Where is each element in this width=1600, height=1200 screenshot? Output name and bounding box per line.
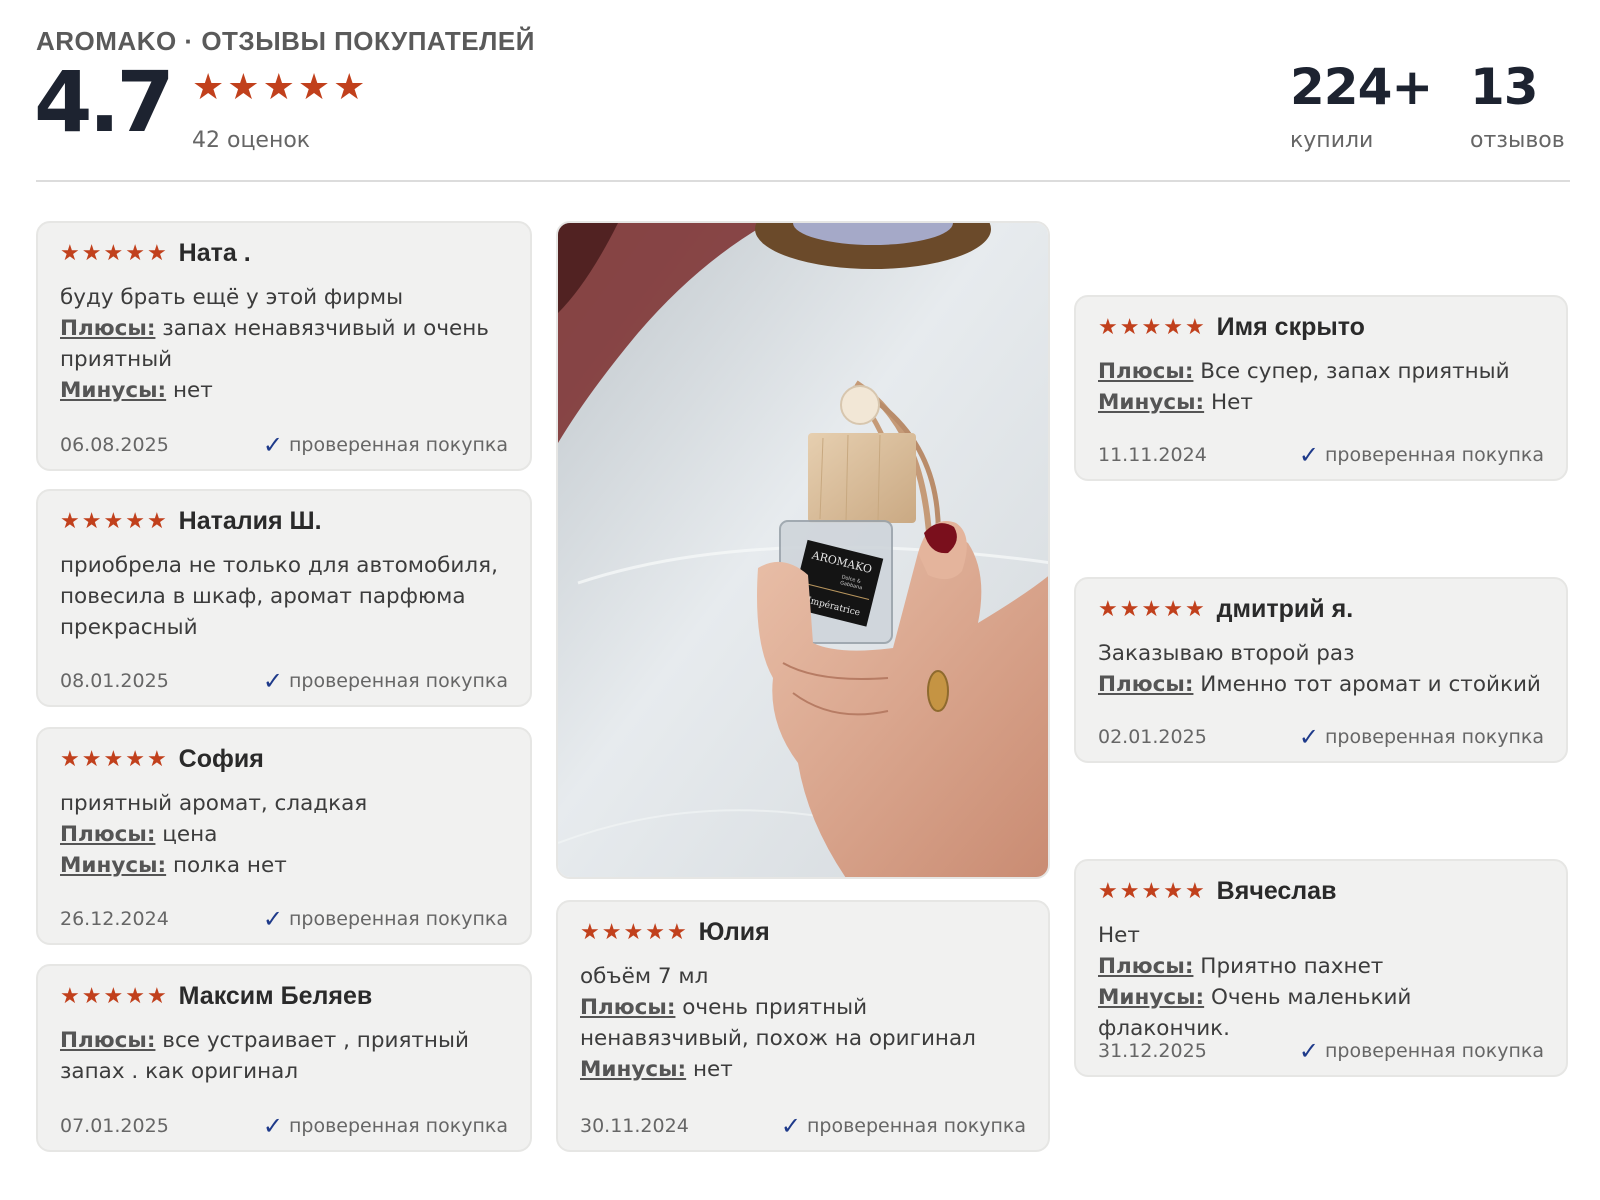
review-author: Юлия <box>698 918 770 946</box>
verified-badge: ✓ проверенная покупка <box>262 431 508 459</box>
review-card: ★ ★ ★ ★ ★ дмитрий я. Заказываю второй раз Пл… <box>1074 577 1568 763</box>
cons-label: Минусы: <box>580 1057 687 1082</box>
review-body: Нет Плюсы: Приятно пахнет Минусы: Очень … <box>1098 920 1544 1044</box>
review-stars: ★ ★ ★ ★ ★ <box>60 240 167 266</box>
review-author: Имя скрыто <box>1216 313 1365 341</box>
bought-label: купили <box>1290 128 1374 153</box>
verified-badge: ✓ проверенная покупка <box>1298 441 1544 469</box>
review-card: ★ ★ ★ ★ ★ Имя скрыто Плюсы: Все супер, запах… <box>1074 295 1568 481</box>
review-text: приятный аромат, сладкая <box>60 791 368 816</box>
review-date: 11.11.2024 <box>1098 444 1207 466</box>
review-pros: Приятно пахнет <box>1200 954 1384 979</box>
verified-badge: ✓ проверенная покупка <box>780 1112 1026 1140</box>
review-cons: Нет <box>1210 390 1253 415</box>
review-card: ★ ★ ★ ★ ★ Вячеслав Нет Плюсы: Приятно пахнет… <box>1074 859 1568 1077</box>
verified-badge: ✓ проверенная покупка <box>1298 1037 1544 1065</box>
review-date: 26.12.2024 <box>60 908 169 930</box>
review-body: буду брать ещё у этой фирмы Плюсы: запах… <box>60 282 508 406</box>
review-text: Нет <box>1098 923 1140 948</box>
review-body: приятный аромат, сладкая Плюсы: цена Мин… <box>60 788 508 881</box>
review-card: ★ ★ ★ ★ ★ Ната . буду брать ещё у этой фирмы… <box>36 221 532 471</box>
review-date: 07.01.2025 <box>60 1115 169 1137</box>
product-photo: AROMAKO Dolce & Gabbana L'Impératrice <box>558 223 1048 877</box>
star-icon: ★ <box>262 67 295 108</box>
ratings-count: 42 оценок <box>192 128 311 153</box>
reviews-label: отзывов <box>1470 128 1565 153</box>
review-body: Плюсы: все устраивает , приятный запах .… <box>60 1025 508 1087</box>
review-stars: ★ ★ ★ ★ ★ <box>580 919 687 945</box>
cons-label: Минусы: <box>60 853 167 878</box>
review-author: Наталия Ш. <box>178 507 322 535</box>
average-rating: 4.7 <box>34 53 175 151</box>
review-text: буду брать ещё у этой фирмы <box>60 285 404 310</box>
check-icon: ✓ <box>262 905 283 933</box>
review-date: 31.12.2025 <box>1098 1040 1207 1062</box>
header-divider <box>36 180 1570 182</box>
review-date: 30.11.2024 <box>580 1115 689 1137</box>
pros-label: Плюсы: <box>60 1028 156 1053</box>
cons-label: Минусы: <box>60 378 167 403</box>
reviews-number: 13 <box>1470 58 1539 116</box>
review-photo[interactable]: AROMAKO Dolce & Gabbana L'Impératrice <box>556 221 1050 879</box>
check-icon: ✓ <box>1298 1037 1319 1065</box>
pros-label: Плюсы: <box>1098 359 1194 384</box>
check-icon: ✓ <box>1298 441 1319 469</box>
review-stars: ★ ★ ★ ★ ★ <box>1098 878 1205 904</box>
review-stars: ★ ★ ★ ★ ★ <box>60 983 167 1009</box>
verified-badge: ✓ проверенная покупка <box>1298 723 1544 751</box>
review-stars: ★ ★ ★ ★ ★ <box>1098 314 1205 340</box>
rating-stars: ★ ★ ★ ★ ★ <box>192 70 365 106</box>
review-date: 06.08.2025 <box>60 434 169 456</box>
review-card: ★ ★ ★ ★ ★ София приятный аромат, сладкая Плю… <box>36 727 532 945</box>
cons-label: Минусы: <box>1098 390 1205 415</box>
check-icon: ✓ <box>262 1112 283 1140</box>
review-card: ★ ★ ★ ★ ★ Юлия объём 7 мл Плюсы: очень прият… <box>556 900 1050 1152</box>
check-icon: ✓ <box>780 1112 801 1140</box>
check-icon: ✓ <box>262 667 283 695</box>
review-text: объём 7 мл <box>580 964 709 989</box>
verified-badge: ✓ проверенная покупка <box>262 905 508 933</box>
stat-reviews: 13 отзывов <box>1470 62 1565 153</box>
review-card: ★ ★ ★ ★ ★ Максим Беляев Плюсы: все устраивае… <box>36 964 532 1152</box>
check-icon: ✓ <box>1298 723 1319 751</box>
review-stars: ★ ★ ★ ★ ★ <box>1098 596 1205 622</box>
stat-bought: 224+ купили <box>1290 58 1433 153</box>
review-stars: ★ ★ ★ ★ ★ <box>60 746 167 772</box>
star-icon: ★ <box>297 67 331 108</box>
review-author: Максим Беляев <box>178 982 373 1010</box>
verified-badge: ✓ проверенная покупка <box>262 667 508 695</box>
review-body: Заказываю второй раз Плюсы: Именно тот а… <box>1098 638 1544 700</box>
review-author: Ната . <box>178 239 251 267</box>
review-cons: полка нет <box>172 853 287 878</box>
review-author: Вячеслав <box>1216 877 1337 905</box>
review-body: объём 7 мл Плюсы: очень приятный ненавяз… <box>580 961 1026 1085</box>
cons-label: Минусы: <box>1098 985 1205 1010</box>
review-author: дмитрий я. <box>1216 595 1354 623</box>
verified-badge: ✓ проверенная покупка <box>262 1112 508 1140</box>
review-body: приобрела не только для автомобиля, пове… <box>60 550 508 643</box>
review-pros: цена <box>162 822 218 847</box>
review-author: София <box>178 745 264 773</box>
bought-number: 224+ <box>1290 58 1433 116</box>
review-stars: ★ ★ ★ ★ ★ <box>60 508 167 534</box>
review-text: приобрела не только для автомобиля, пове… <box>60 553 498 640</box>
review-pros: Именно тот аромат и стойкий <box>1200 672 1541 697</box>
review-pros: Все супер, запах приятный <box>1200 359 1510 384</box>
review-date: 02.01.2025 <box>1098 726 1207 748</box>
review-text: Заказываю второй раз <box>1098 641 1355 666</box>
pros-label: Плюсы: <box>60 822 156 847</box>
pros-label: Плюсы: <box>1098 954 1194 979</box>
review-card: ★ ★ ★ ★ ★ Наталия Ш. приобрела не только для… <box>36 489 532 707</box>
star-icon: ★ <box>333 67 366 108</box>
review-body: Плюсы: Все супер, запах приятный Минусы:… <box>1098 356 1544 418</box>
pros-label: Плюсы: <box>580 995 676 1020</box>
check-icon: ✓ <box>262 431 283 459</box>
star-icon: ★ <box>227 67 260 108</box>
pros-label: Плюсы: <box>1098 672 1194 697</box>
review-cons: нет <box>172 378 213 403</box>
star-icon: ★ <box>192 67 225 108</box>
review-cons: нет <box>692 1057 733 1082</box>
review-date: 08.01.2025 <box>60 670 169 692</box>
pros-label: Плюсы: <box>60 316 156 341</box>
